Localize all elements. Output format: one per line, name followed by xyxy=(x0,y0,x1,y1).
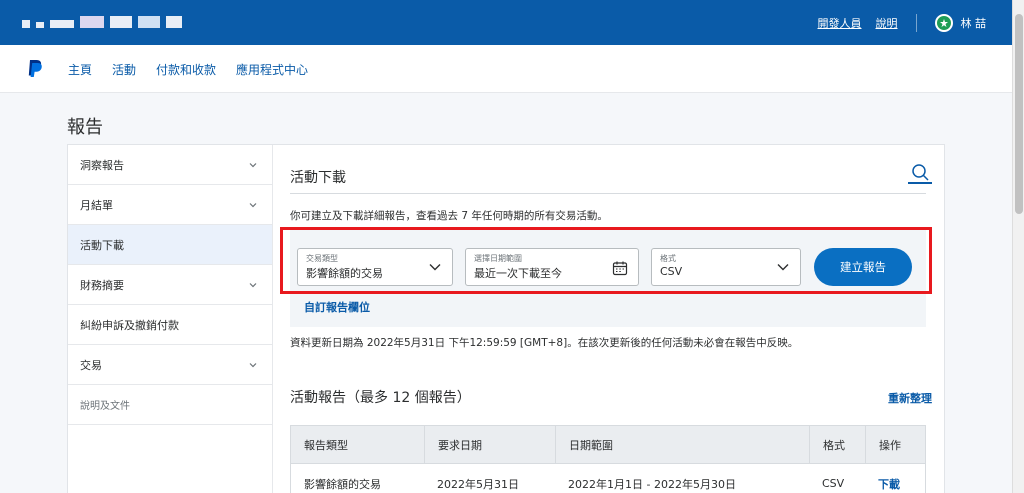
cell-format: CSV xyxy=(822,477,845,490)
paypal-logo-icon[interactable] xyxy=(27,59,43,78)
sidebar-item-statements[interactable]: 月結單 xyxy=(68,185,272,225)
description: 你可建立及下載詳細報告，查看過去 7 年任何時期的所有交易活動。 xyxy=(290,210,608,222)
sidebar-item-transactions[interactable]: 交易 xyxy=(68,345,272,385)
reports-card: 洞察報告 月結單 活動下載 財務摘要 糾紛申訴及撤銷付款 交易 說明及文件 活動… xyxy=(67,144,945,493)
avatar xyxy=(934,13,953,32)
cell-type: 影響餘額的交易 xyxy=(304,477,381,491)
reports-table: 報告類型 要求日期 日期範圍 格式 操作 影響餘額的交易 2022年5月31日 … xyxy=(290,425,926,493)
column-header-range: 日期範圍 xyxy=(555,426,809,463)
user-icon xyxy=(939,18,948,27)
nav-item-activity[interactable]: 活動 xyxy=(112,61,136,78)
chevron-down-icon xyxy=(249,202,257,207)
pixelated-logo xyxy=(22,16,182,28)
scrollbar[interactable] xyxy=(1012,0,1024,493)
cell-requested: 2022年5月31日 xyxy=(437,477,519,491)
main-nav: 主頁 活動 付款和收款 應用程式中心 xyxy=(0,45,1012,93)
nav-item-home[interactable]: 主頁 xyxy=(68,61,92,78)
customize-fields-link[interactable]: 自訂報告欄位 xyxy=(304,299,370,315)
sidebar-item-label: 交易 xyxy=(80,358,102,372)
chevron-down-icon xyxy=(249,162,257,167)
user-menu[interactable]: 林 喆 xyxy=(934,13,987,32)
table-header: 報告類型 要求日期 日期範圍 格式 操作 xyxy=(291,426,925,463)
sidebar-item-label: 說明及文件 xyxy=(80,401,130,412)
sidebar-item-label: 洞察報告 xyxy=(80,158,124,172)
header-divider xyxy=(915,13,917,32)
user-name: 林 喆 xyxy=(960,16,987,30)
column-header-type: 報告類型 xyxy=(304,438,348,452)
sidebar-item-insights[interactable]: 洞察報告 xyxy=(68,145,272,185)
nav-item-payments[interactable]: 付款和收款 xyxy=(156,61,216,78)
top-bar: 開發人員 說明 林 喆 xyxy=(0,0,1012,45)
sidebar: 洞察報告 月結單 活動下載 財務摘要 糾紛申訴及撤銷付款 交易 說明及文件 xyxy=(68,145,273,493)
sidebar-item-activity-download[interactable]: 活動下載 xyxy=(68,225,272,265)
divider xyxy=(290,193,926,194)
sidebar-item-label: 財務摘要 xyxy=(80,278,124,292)
section-title: 活動下載 xyxy=(290,170,346,186)
sidebar-item-label: 月結單 xyxy=(80,198,113,212)
reports-title: 活動報告（最多 12 個報告） xyxy=(290,390,471,406)
update-note: 資料更新日期為 2022年5月31日 下午12:59:59 [GMT+8]。在該… xyxy=(290,337,799,349)
scrollbar-thumb[interactable] xyxy=(1015,14,1023,214)
column-header-action: 操作 xyxy=(865,426,925,463)
refresh-link[interactable]: 重新整理 xyxy=(888,390,932,406)
highlight-box xyxy=(280,227,932,294)
sidebar-item-label: 活動下載 xyxy=(80,238,124,252)
column-header-format: 格式 xyxy=(809,426,865,463)
search-underline xyxy=(908,182,932,184)
table-row: 影響餘額的交易 2022年5月31日 2022年1月1日 - 2022年5月30… xyxy=(291,463,925,493)
chevron-down-icon xyxy=(249,282,257,287)
sidebar-item-label: 糾紛申訴及撤銷付款 xyxy=(80,318,179,332)
developer-link[interactable]: 開發人員 xyxy=(818,15,862,31)
sidebar-item-disputes[interactable]: 糾紛申訴及撤銷付款 xyxy=(68,305,272,345)
search-icon[interactable] xyxy=(910,163,932,183)
sidebar-item-help-docs[interactable]: 說明及文件 xyxy=(68,385,272,425)
page-title: 報告 xyxy=(67,117,103,138)
sidebar-item-financial-summary[interactable]: 財務摘要 xyxy=(68,265,272,305)
chevron-down-icon xyxy=(249,362,257,367)
column-header-requested: 要求日期 xyxy=(424,426,555,463)
help-link[interactable]: 說明 xyxy=(876,15,898,31)
download-link[interactable]: 下載 xyxy=(878,476,900,492)
nav-item-app-center[interactable]: 應用程式中心 xyxy=(236,61,308,78)
cell-range: 2022年1月1日 - 2022年5月30日 xyxy=(568,477,736,491)
